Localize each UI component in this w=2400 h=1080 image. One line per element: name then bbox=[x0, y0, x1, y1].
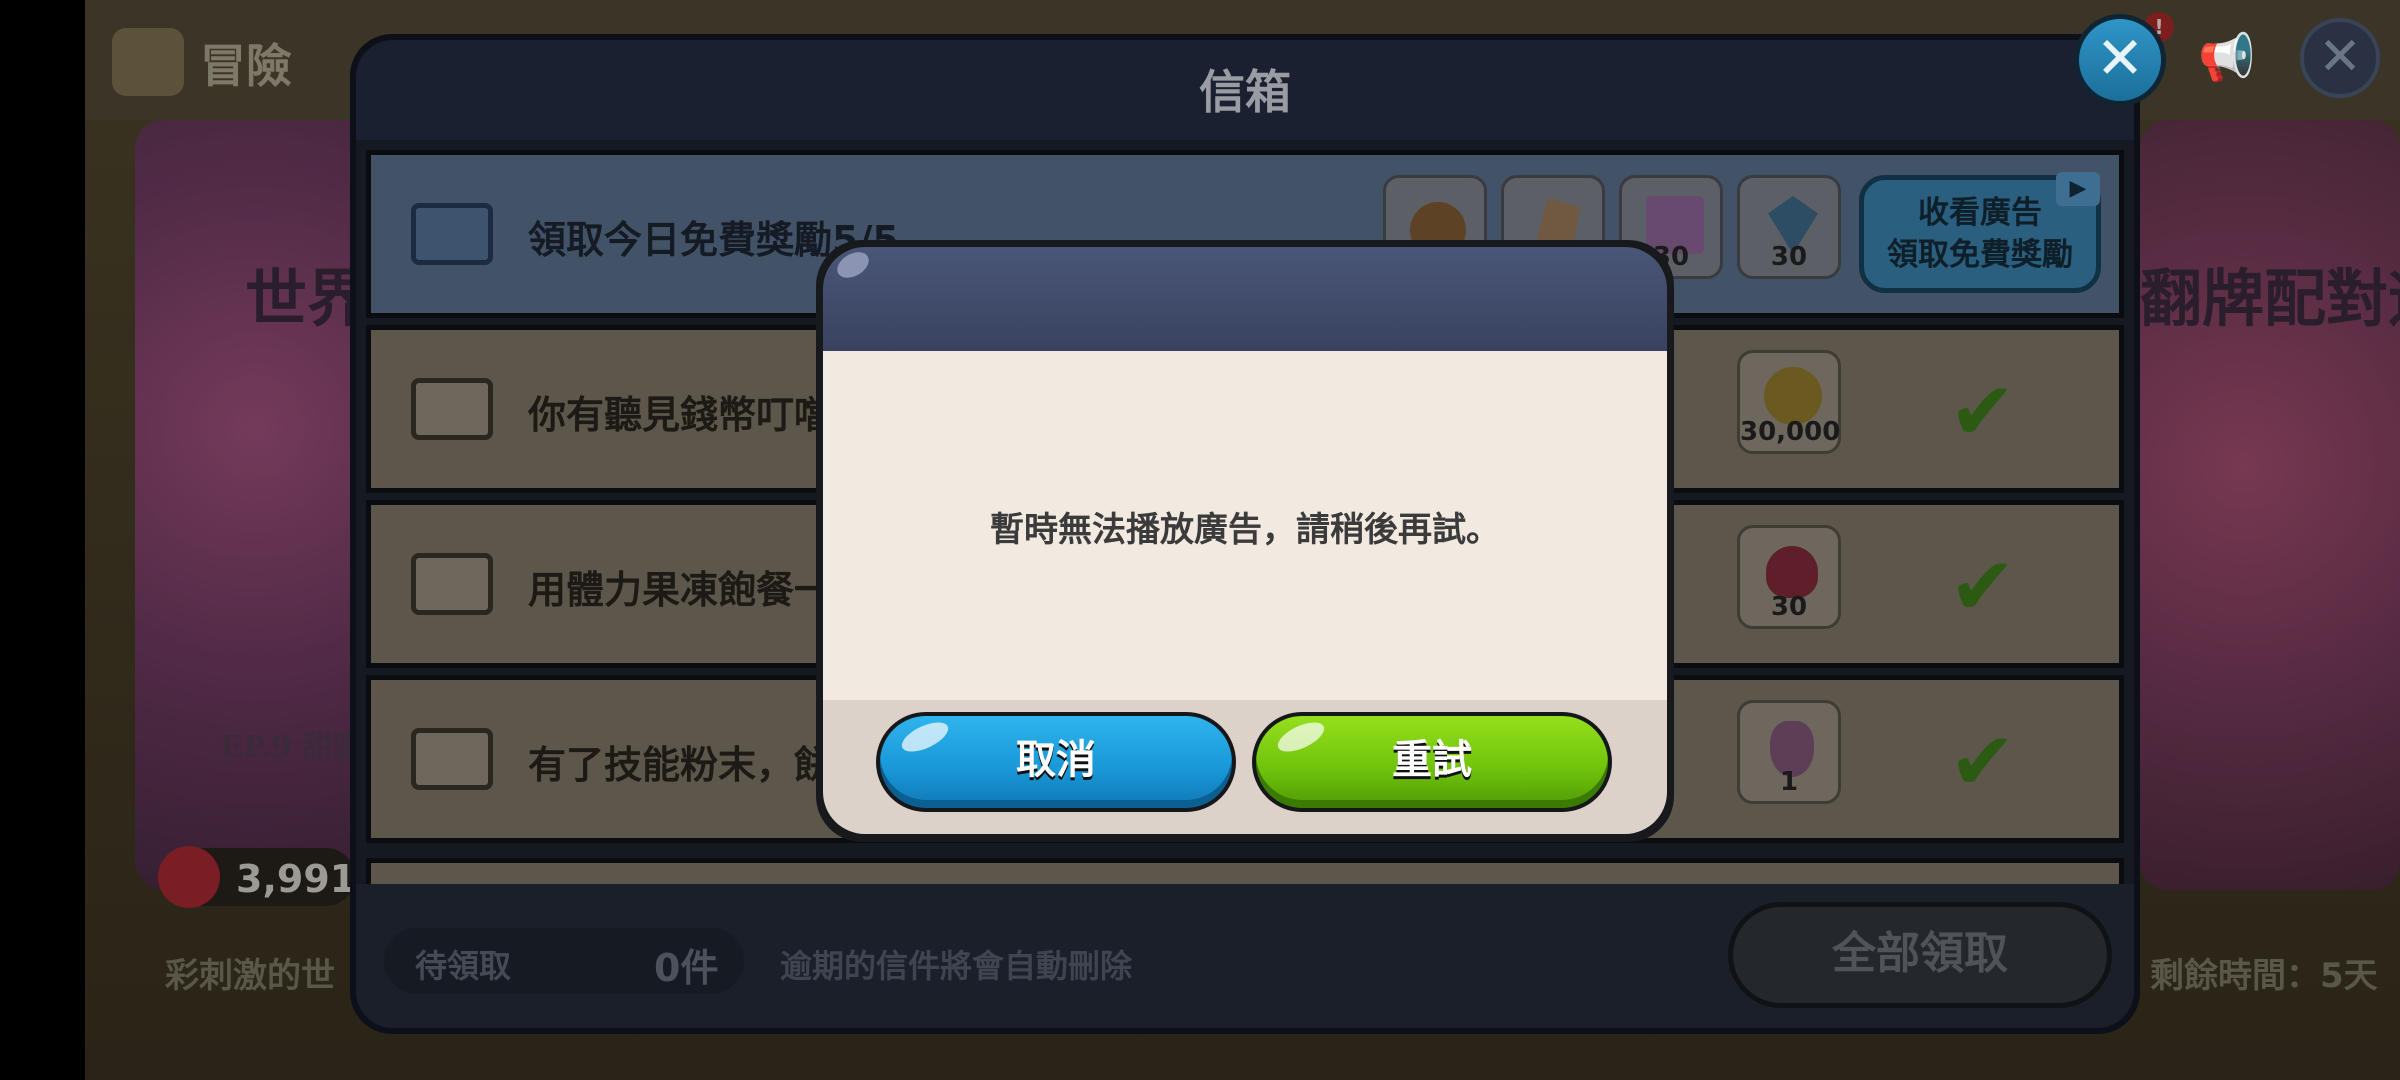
checkmark-icon[interactable]: ✔ bbox=[1949, 722, 2016, 802]
checkmark-icon[interactable]: ✔ bbox=[1949, 372, 2016, 452]
close-icon: ✕ bbox=[2095, 24, 2145, 92]
envelope-icon bbox=[411, 728, 493, 790]
checkmark-icon[interactable]: ✔ bbox=[1949, 547, 2016, 627]
cancel-label: 取消 bbox=[1016, 737, 1096, 783]
cancel-button[interactable]: 取消 bbox=[876, 712, 1236, 812]
dialog-message: 暫時無法播放廣告，請稍後再試。 bbox=[990, 510, 1500, 550]
retry-button[interactable]: 重試 bbox=[1252, 712, 1612, 812]
mail-reward: 1 bbox=[1737, 700, 1841, 804]
heart-jelly-icon bbox=[1766, 546, 1818, 598]
watch-ad-button[interactable]: 收看廣告 領取免費獎勵 ▶ bbox=[1859, 172, 2101, 293]
claim-free-reward-label: 領取免費獎勵 bbox=[1887, 237, 2073, 273]
button-shine bbox=[1273, 716, 1329, 758]
reward-qty: 30,000 bbox=[1740, 417, 1841, 447]
pending-label: 待領取 bbox=[415, 947, 512, 985]
retry-label: 重試 bbox=[1392, 737, 1472, 783]
film-icon bbox=[411, 203, 493, 265]
right-ticker: 剩餘時間：5天 bbox=[2150, 956, 2378, 996]
pending-count: 0件 bbox=[654, 946, 719, 990]
left-banner-episode: EP.9 甜蜜 bbox=[220, 730, 363, 765]
reward-qty: 1 bbox=[1779, 767, 1799, 797]
dialog-header bbox=[823, 247, 1667, 355]
mail-text: 有了技能粉末，餅 bbox=[528, 743, 828, 787]
envelope-icon bbox=[411, 553, 493, 615]
mail-reward: 30 bbox=[1737, 525, 1841, 629]
reward-crystal: 30 bbox=[1737, 175, 1841, 279]
mail-text: 你有聽見錢幣叮噹 bbox=[528, 393, 828, 437]
right-event-banner bbox=[2140, 120, 2400, 890]
left-ticker: 彩刺激的世 bbox=[165, 956, 335, 996]
heart-icon bbox=[158, 846, 220, 908]
adventure-title: 冒險 bbox=[200, 39, 292, 93]
mail-reward: 30,000 bbox=[1737, 350, 1841, 454]
button-shine bbox=[897, 716, 953, 758]
right-banner-title: 翻牌配對遊 bbox=[2140, 262, 2400, 335]
video-icon: ▶ bbox=[2056, 172, 2100, 206]
claim-all-button[interactable]: 全部領取 bbox=[1728, 902, 2112, 1008]
expire-note: 逾期的信件將會自動刪除 bbox=[780, 947, 1133, 985]
mail-text: 用體力果凍飽餐一 bbox=[528, 568, 828, 612]
megaphone-icon: 📢 bbox=[2198, 30, 2256, 84]
left-event-banner bbox=[135, 120, 375, 890]
mailbox-title: 信箱 bbox=[1199, 65, 1291, 119]
envelope-icon bbox=[411, 378, 493, 440]
adventure-icon bbox=[112, 28, 184, 96]
reward-qty: 30 bbox=[1770, 592, 1808, 622]
mailbox-close-button[interactable]: ✕ bbox=[2074, 14, 2166, 106]
close-icon: ✕ bbox=[2300, 18, 2380, 98]
reward-qty: 30 bbox=[1770, 242, 1808, 272]
